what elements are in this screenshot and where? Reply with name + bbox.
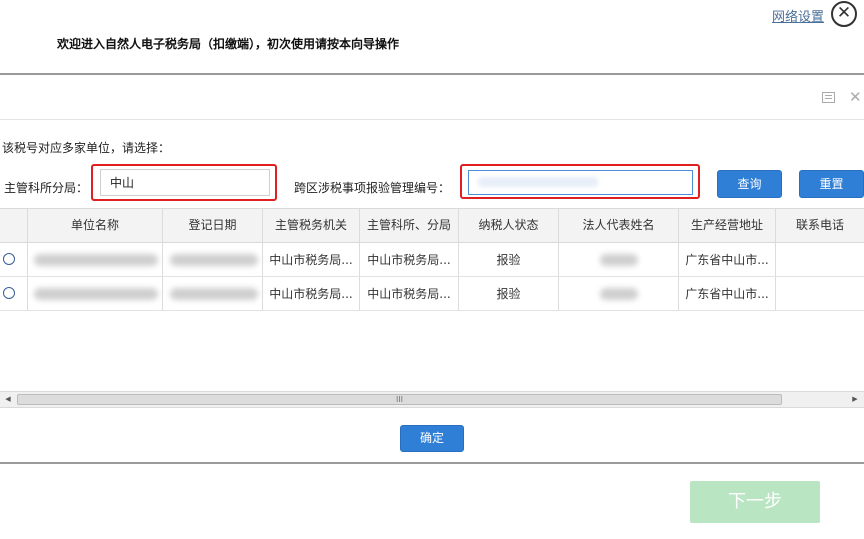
office-label: 主管科所分局： xyxy=(4,181,89,195)
dialog-title-bar: ✕ xyxy=(0,78,864,120)
cross-region-label: 跨区涉税事项报验管理编号： xyxy=(294,181,451,195)
phone-cell xyxy=(776,243,864,276)
status-cell: 报验 xyxy=(459,243,559,276)
redacted-company-name xyxy=(34,288,158,300)
redacted-reg-date xyxy=(170,288,258,300)
header-select-column xyxy=(0,209,28,242)
redacted-company-name xyxy=(34,254,158,266)
column-header[interactable]: 主管税务机关 xyxy=(263,209,360,242)
welcome-text: 欢迎进入自然人电子税务局（扣缴端），初次使用请按本向导操作 xyxy=(57,37,400,51)
column-header[interactable]: 单位名称 xyxy=(28,209,163,242)
tax-office-cell: 中山市税务局... xyxy=(263,277,360,310)
column-header[interactable]: 联系电话 xyxy=(776,209,864,242)
table-row[interactable]: 中山市税务局... 中山市税务局... 报验 广东省中山市... xyxy=(0,277,864,311)
table-header: 单位名称 登记日期 主管税务机关 主管科所、分局 纳税人状态 法人代表姓名 生产… xyxy=(0,208,864,243)
branch-cell: 中山市税务局... xyxy=(360,243,459,276)
wizard-footer: 下一步 xyxy=(0,466,864,539)
office-input[interactable] xyxy=(100,169,270,196)
next-step-button[interactable]: 下一步 xyxy=(690,481,820,523)
column-header[interactable]: 生产经营地址 xyxy=(679,209,776,242)
scroll-thumb[interactable]: III xyxy=(17,394,782,405)
address-cell: 广东省中山市... xyxy=(679,277,776,310)
select-unit-dialog: ✕ 该税号对应多家单位，请选择： 主管科所分局： 跨区涉税事项报验管理编号： 查… xyxy=(0,78,864,464)
redacted-legal-rep xyxy=(600,254,638,266)
scroll-right-icon[interactable]: ▶ xyxy=(847,392,863,407)
column-header[interactable]: 法人代表姓名 xyxy=(559,209,679,242)
redacted-reg-date xyxy=(170,254,258,266)
scroll-left-icon[interactable]: ◀ xyxy=(0,392,16,407)
address-cell: 广东省中山市... xyxy=(679,243,776,276)
table-row[interactable]: 中山市税务局... 中山市税务局... 报验 广东省中山市... xyxy=(0,243,864,277)
select-unit-prompt: 该税号对应多家单位，请选择： xyxy=(2,141,171,155)
tax-office-cell: 中山市税务局... xyxy=(263,243,360,276)
column-header[interactable]: 纳税人状态 xyxy=(459,209,559,242)
branch-cell: 中山市税务局... xyxy=(360,277,459,310)
reset-button[interactable]: 重置 xyxy=(799,170,864,198)
unit-table: 单位名称 登记日期 主管税务机关 主管科所、分局 纳税人状态 法人代表姓名 生产… xyxy=(0,208,864,393)
wizard-header: 欢迎进入自然人电子税务局（扣缴端），初次使用请按本向导操作 网络设置 ✕ xyxy=(0,0,864,75)
status-cell: 报验 xyxy=(459,277,559,310)
maximize-icon[interactable] xyxy=(822,92,835,103)
select-cell xyxy=(0,243,28,276)
row-radio[interactable] xyxy=(3,287,15,299)
column-header[interactable]: 登记日期 xyxy=(163,209,263,242)
row-radio[interactable] xyxy=(3,253,15,265)
dialog-close-icon[interactable]: ✕ xyxy=(849,88,862,106)
close-icon[interactable]: ✕ xyxy=(831,1,857,27)
redacted-input-value xyxy=(478,177,598,187)
phone-cell xyxy=(776,277,864,310)
confirm-button[interactable]: 确定 xyxy=(400,425,464,452)
column-header[interactable]: 主管科所、分局 xyxy=(360,209,459,242)
redacted-legal-rep xyxy=(600,288,638,300)
network-settings-link[interactable]: 网络设置 xyxy=(772,6,824,25)
horizontal-scrollbar[interactable]: ◀ III ▶ xyxy=(0,391,864,408)
query-button[interactable]: 查询 xyxy=(717,170,782,198)
select-cell xyxy=(0,277,28,310)
